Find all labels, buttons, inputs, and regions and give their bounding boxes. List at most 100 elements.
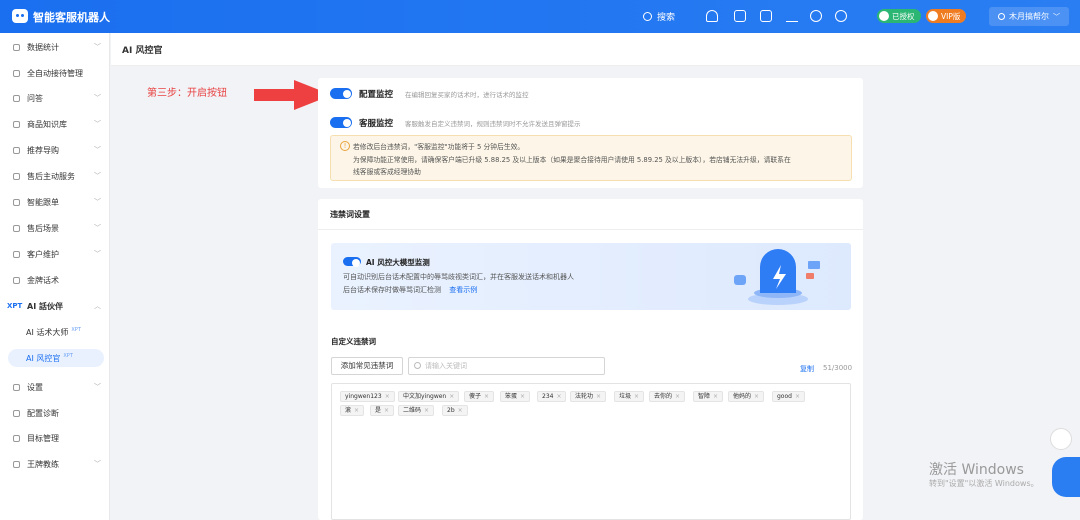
chevron-down-icon: ﹀ <box>94 146 101 154</box>
sidebar-item-settings[interactable]: 设置 ﹀ <box>0 378 110 396</box>
search-input[interactable]: 请输入关键词 <box>408 357 605 375</box>
chevron-up-icon: ︿ <box>94 302 101 310</box>
tag-text: good <box>777 393 792 400</box>
add-common-words-button[interactable]: 添加常见违禁词 <box>331 357 403 375</box>
authorized-label: 已授权 <box>892 11 915 21</box>
word-tag[interactable]: 傻子 × <box>464 391 495 402</box>
sidebar-item-data-stats[interactable]: 数据统计 ﹀ <box>0 38 110 56</box>
search-button[interactable]: 搜索 <box>643 10 675 23</box>
page-header: AI 风控官 <box>111 33 1080 66</box>
word-tag[interactable]: good × <box>772 391 805 402</box>
xpt-logo: XPT <box>7 302 23 310</box>
word-tag[interactable]: 中文加yingwen × <box>398 391 460 402</box>
windows-watermark-title: 激活 Windows <box>929 462 1024 478</box>
close-icon[interactable]: × <box>596 393 601 400</box>
word-tag[interactable]: 去你的 × <box>649 391 686 402</box>
sidebar-item-customer-care[interactable]: 客户维护 ﹀ <box>0 245 110 263</box>
lightbulb-icon[interactable] <box>1050 428 1072 450</box>
word-tag[interactable]: 智障 × <box>693 391 724 402</box>
sidebar-item-config-diagnosis[interactable]: 配置诊断 <box>0 404 110 422</box>
user-menu[interactable]: 木月搞帮尔 ﹀ <box>989 7 1069 26</box>
close-icon[interactable]: × <box>458 407 463 414</box>
sidebar-item-smart-followup[interactable]: 智能跟单 ﹀ <box>0 193 110 211</box>
customer-icon <box>13 250 20 258</box>
chevron-down-icon: ﹀ <box>94 198 101 206</box>
diagnosis-icon <box>13 409 20 417</box>
close-icon[interactable]: × <box>385 393 390 400</box>
version-notice: ! 若修改后台违禁词，"客服监控"功能将于 5 分钟后生效。 为保障功能正常使用… <box>330 135 852 181</box>
sidebar-item-label: 推荐导购 <box>27 145 59 155</box>
help-icon[interactable] <box>835 10 847 22</box>
config-monitor-toggle[interactable] <box>330 88 352 99</box>
tag-text: 傻子 <box>469 393 482 400</box>
chevron-down-icon: ﹀ <box>94 224 101 232</box>
close-icon[interactable]: × <box>556 393 561 400</box>
tag-text: 2b <box>447 407 455 414</box>
word-tag[interactable]: 二维码 × <box>398 405 435 416</box>
close-icon[interactable]: × <box>795 393 800 400</box>
close-icon[interactable]: × <box>449 393 454 400</box>
word-tag[interactable]: 垃圾 × <box>614 391 645 402</box>
close-icon[interactable]: × <box>384 407 389 414</box>
search-placeholder: 请输入关键词 <box>425 362 467 370</box>
sidebar-item-label: 问答 <box>27 93 43 103</box>
word-tag[interactable]: 是 × <box>370 405 395 416</box>
tag-text: 智障 <box>698 393 711 400</box>
tag-text: 法轮功 <box>575 393 594 400</box>
word-tag[interactable]: 2b × <box>442 405 468 416</box>
close-icon[interactable]: × <box>634 393 639 400</box>
word-tag[interactable]: 滚 × <box>340 405 365 416</box>
sidebar-item-after-sales-service[interactable]: 售后主动服务 ﹀ <box>0 167 110 185</box>
tag-text: 中文加yingwen <box>403 393 447 400</box>
tag-text: 滚 <box>345 407 352 414</box>
window-icon[interactable] <box>760 10 772 22</box>
service-monitor-desc: 客服触发自定义违禁词，规则违禁词时不允许发送且弹窗提示 <box>405 120 581 128</box>
close-icon[interactable]: × <box>675 393 680 400</box>
service-monitor-toggle[interactable] <box>330 117 352 128</box>
word-tag[interactable]: 笨蛋 × <box>500 391 531 402</box>
assistant-avatar[interactable] <box>1052 457 1080 497</box>
sidebar-item-auto-reception[interactable]: 全自动接待管理 <box>0 64 110 82</box>
notice-line: 为保障功能正常使用，请确保客户端已升级 5.88.25 及以上版本（如果是聚合接… <box>353 156 791 164</box>
bell-icon[interactable] <box>706 10 718 22</box>
word-count: 51/3000 <box>823 364 853 372</box>
document-icon[interactable] <box>734 10 746 22</box>
xpt-superscript: XPT <box>71 326 81 333</box>
close-icon[interactable]: × <box>424 407 429 414</box>
service-monitor-label: 客服监控 <box>359 119 394 129</box>
headset-icon[interactable] <box>810 10 822 22</box>
sidebar-item-gold-scripts[interactable]: 金牌话术 <box>0 271 110 289</box>
close-icon[interactable]: × <box>754 393 759 400</box>
close-icon[interactable]: × <box>713 393 718 400</box>
sidebar-item-ai-risk-officer[interactable]: AI 风控官 XPT <box>8 349 104 367</box>
sidebar-item-ace-coach[interactable]: 王牌教练 ﹀ <box>0 455 110 473</box>
chevron-down-icon: ﹀ <box>94 94 101 102</box>
copy-link[interactable]: 复制 <box>800 364 814 374</box>
vip-label: VIP版 <box>941 11 961 21</box>
word-tag[interactable]: 234 × <box>537 391 567 402</box>
words-box: yingwen123 × 中文加yingwen × 傻子 × 笨蛋 × 234 × 法轮功… <box>331 383 851 520</box>
authorized-badge: 已授权 <box>877 9 921 23</box>
word-tag[interactable]: 他妈的 × <box>728 391 765 402</box>
sidebar-item-goal-management[interactable]: 目标管理 <box>0 429 110 447</box>
sidebar-item-qa[interactable]: 问答 ﹀ <box>0 89 110 107</box>
word-tag[interactable]: yingwen123 × <box>340 391 395 402</box>
view-example-link[interactable]: 查看示例 <box>449 286 477 294</box>
ai-monitor-toggle[interactable] <box>343 257 361 267</box>
close-icon[interactable]: × <box>520 393 525 400</box>
sidebar-item-ai-partner[interactable]: XPT AI 話伙伴 ︿ <box>0 297 110 315</box>
close-icon[interactable]: × <box>354 407 359 414</box>
download-icon[interactable] <box>786 10 798 22</box>
chevron-down-icon: ﹀ <box>94 43 101 51</box>
tag-text: yingwen123 <box>345 393 382 400</box>
sidebar-item-product-kb[interactable]: 商品知识库 ﹀ <box>0 115 110 133</box>
sidebar-item-recommend[interactable]: 推荐导购 ﹀ <box>0 141 110 159</box>
sidebar-item-ai-script-master[interactable]: AI 话术大师 XPT <box>0 323 110 341</box>
chevron-down-icon: ﹀ <box>94 250 101 258</box>
ai-monitor-banner: AI 风控大模型监测 可自动识别后台话术配置中的辱骂歧视类词汇，并在客服发送话术… <box>331 243 851 310</box>
sidebar-item-after-sales-scenes[interactable]: 售后场景 ﹀ <box>0 219 110 237</box>
section-title: 违禁词设置 <box>330 210 370 219</box>
word-tag[interactable]: 法轮功 × <box>570 391 607 402</box>
coach-icon <box>13 460 20 468</box>
close-icon[interactable]: × <box>484 393 489 400</box>
